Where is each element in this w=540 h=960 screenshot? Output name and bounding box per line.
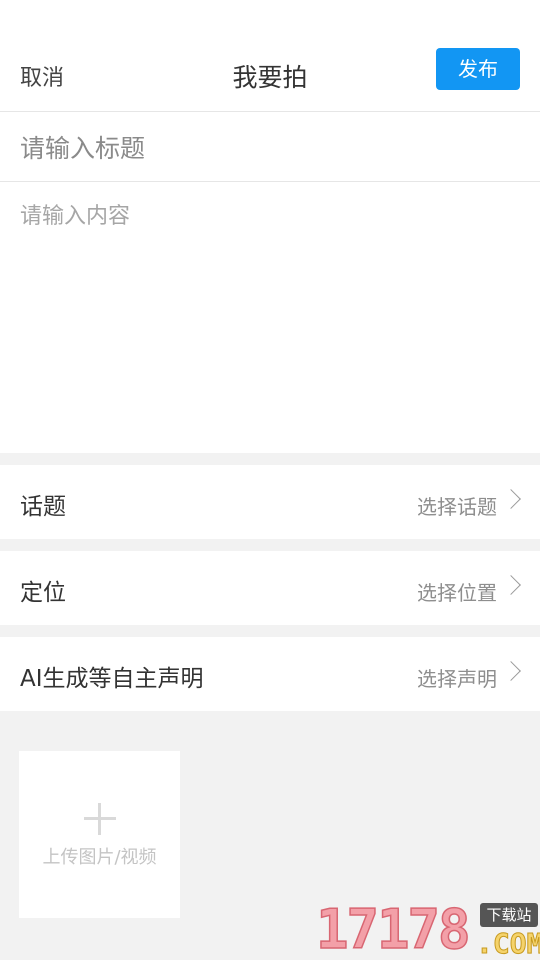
watermark-number: 17178 xyxy=(315,898,471,960)
publish-button[interactable]: 发布 xyxy=(436,48,520,90)
site-watermark: 17178 下载站 .COM xyxy=(315,898,540,960)
chevron-right-icon xyxy=(501,661,521,681)
upload-label: 上传图片/视频 xyxy=(42,847,157,868)
chevron-right-icon xyxy=(501,489,521,509)
content-field-area xyxy=(0,182,540,453)
ai-declaration-value: 选择声明 xyxy=(417,667,497,691)
upload-media-button[interactable]: 上传图片/视频 xyxy=(19,751,180,918)
title-field-row xyxy=(0,112,540,182)
plus-icon xyxy=(84,803,116,835)
top-bar: 取消 我要拍 发布 xyxy=(0,0,540,112)
cancel-button[interactable]: 取消 xyxy=(20,60,64,92)
topic-row[interactable]: 话题 选择话题 xyxy=(0,465,540,539)
chevron-right-icon xyxy=(501,575,521,595)
location-label: 定位 xyxy=(20,580,66,606)
location-value: 选择位置 xyxy=(417,581,497,605)
watermark-badge: 下载站 xyxy=(480,903,538,927)
content-input[interactable] xyxy=(20,198,520,438)
location-row[interactable]: 定位 选择位置 xyxy=(0,551,540,625)
title-input[interactable] xyxy=(20,128,520,168)
topic-value: 选择话题 xyxy=(417,495,497,519)
topic-label: 话题 xyxy=(20,494,66,520)
ai-declaration-row[interactable]: AI生成等自主声明 选择声明 xyxy=(0,637,540,711)
watermark-suffix: .COM xyxy=(475,927,540,960)
ai-declaration-label: AI生成等自主声明 xyxy=(20,666,204,692)
